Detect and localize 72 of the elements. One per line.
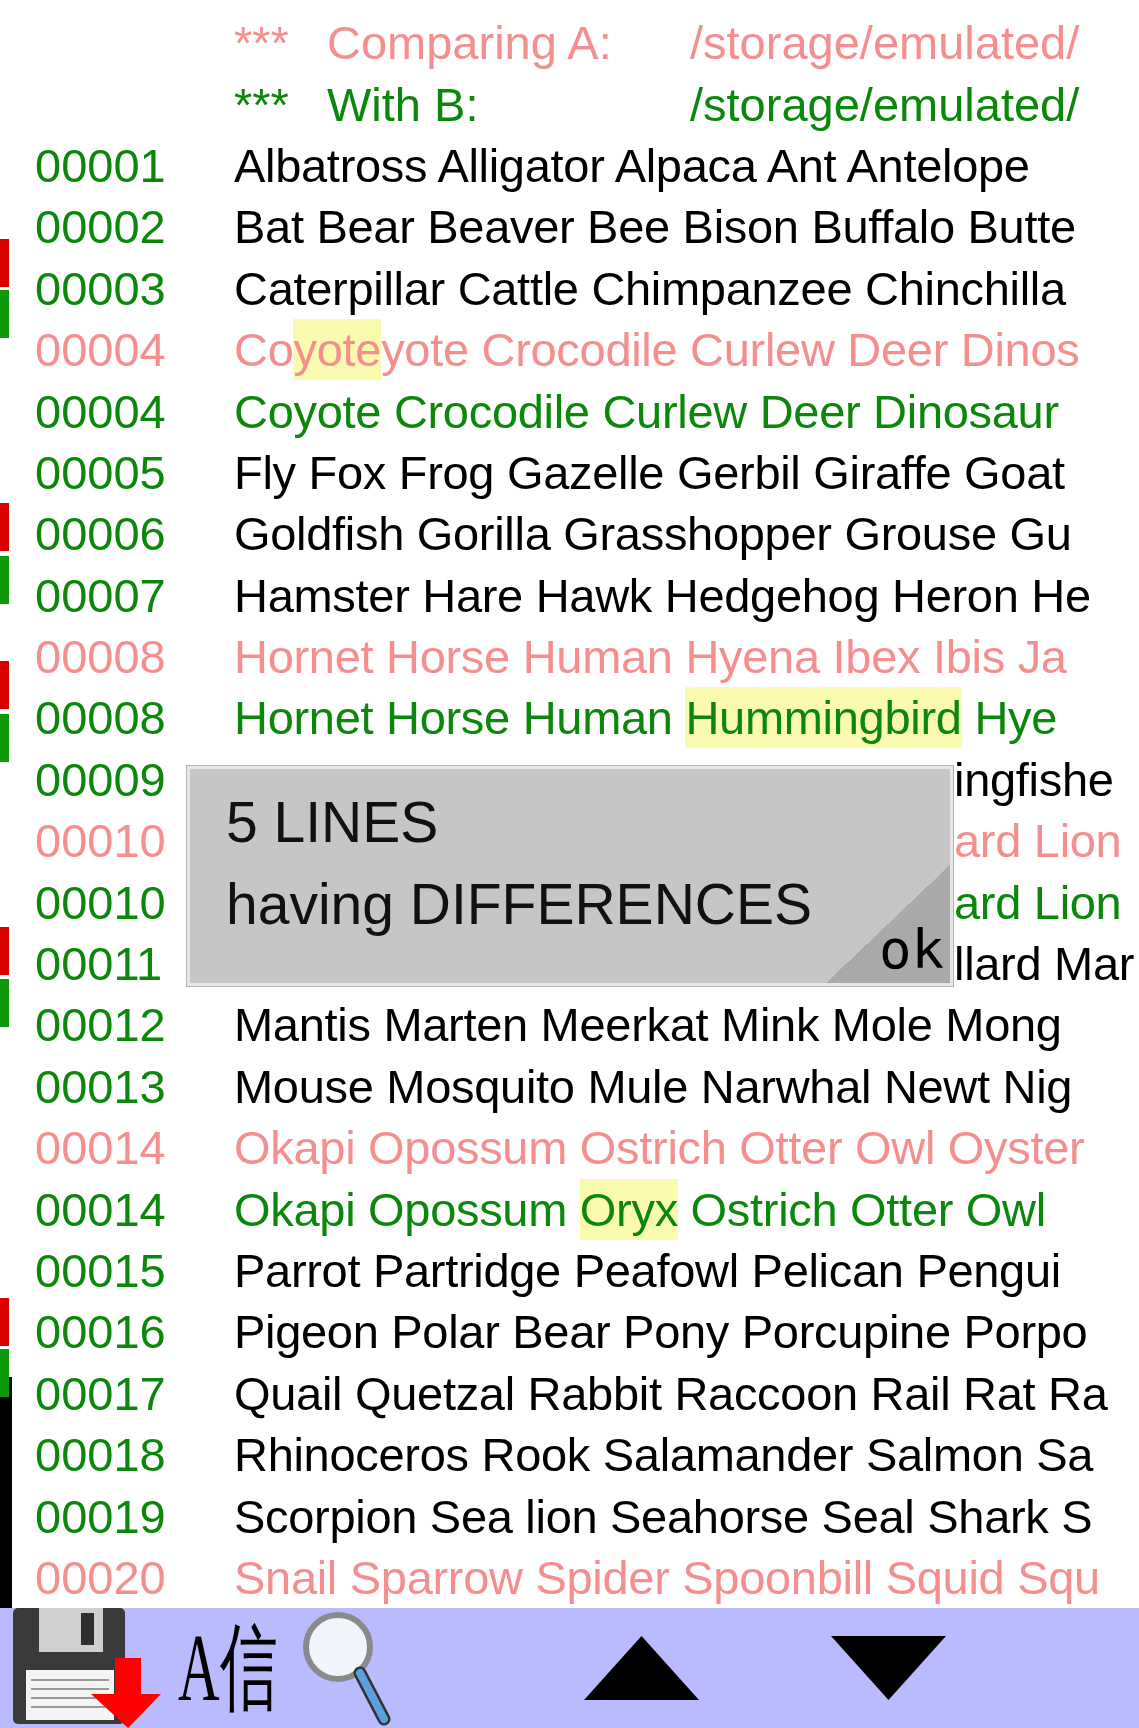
- change-marker: [0, 661, 9, 709]
- line-text: Goldfish Gorilla Grasshopper Grouse Gu: [234, 506, 1072, 563]
- line-text: Bat Bear Beaver Bee Bison Buffalo Butte: [234, 199, 1076, 256]
- header-label: Comparing A:: [327, 15, 613, 72]
- line-number: 00013: [35, 1058, 167, 1115]
- line-text: Mouse Mosquito Mule Narwhal Newt Nig: [234, 1058, 1073, 1115]
- encoding-button[interactable]: A信: [172, 1610, 283, 1726]
- line-number: 00005: [35, 444, 167, 501]
- line-number: 00017: [35, 1365, 167, 1422]
- line-number: 00012: [35, 997, 167, 1054]
- line-text: llard Mar: [954, 936, 1135, 993]
- change-marker: [0, 1349, 9, 1397]
- header-label: With B:: [327, 76, 480, 133]
- line-number: 00001: [35, 137, 167, 194]
- change-marker: [0, 979, 9, 1027]
- change-marker: [0, 503, 9, 551]
- header-marker: ***: [234, 76, 290, 133]
- change-marker: [0, 290, 9, 338]
- line-text: Snail Sparrow Spider Spoonbill Squid Squ: [234, 1549, 1100, 1606]
- line-number: 00010: [35, 813, 167, 870]
- line-text: Okapi Opossum Oryx Ostrich Otter Owl: [234, 1178, 1046, 1240]
- line-text: ingfishe: [954, 751, 1114, 808]
- line-number: 00004: [35, 322, 167, 379]
- line-text: Rhinoceros Rook Salamander Salmon Sa: [234, 1427, 1094, 1484]
- line-number: 00002: [35, 199, 167, 256]
- dialog-text: having DIFFERENCES: [226, 871, 812, 938]
- line-number: 00015: [35, 1243, 167, 1299]
- line-number: 00004: [35, 383, 167, 440]
- change-marker: [0, 556, 9, 604]
- line-number: 00014: [35, 1120, 167, 1177]
- line-number: 00016: [35, 1304, 167, 1361]
- line-text: Parrot Partridge Peafowl Pelican Pengui: [234, 1243, 1061, 1299]
- line-number: 00018: [35, 1427, 167, 1484]
- line-text: Okapi Opossum Ostrich Otter Owl Oyster: [234, 1120, 1085, 1177]
- line-text: Albatross Alligator Alpaca Ant Antelope: [234, 137, 1030, 194]
- line-text: Pigeon Polar Bear Pony Porcupine Porpo: [234, 1304, 1088, 1361]
- line-text: Hornet Horse Human Hummingbird Hye: [234, 687, 1058, 749]
- line-text: Caterpillar Cattle Chimpanzee Chinchilla: [234, 260, 1066, 317]
- change-marker: [0, 714, 9, 762]
- line-number: 00008: [35, 690, 167, 747]
- line-text: Mantis Marten Meerkat Mink Mole Mong: [234, 997, 1062, 1054]
- line-text: Coyote Crocodile Curlew Deer Dinosaur: [234, 383, 1059, 440]
- up-triangle-icon[interactable]: [584, 1636, 699, 1700]
- search-icon[interactable]: [300, 1609, 391, 1727]
- ok-button[interactable]: ok: [826, 865, 950, 983]
- dialog-text: 5 LINES: [226, 789, 439, 856]
- line-number: 00014: [35, 1181, 167, 1238]
- line-text: ard Lion: [954, 813, 1122, 870]
- line-number: 00010: [35, 874, 167, 931]
- down-triangle-icon[interactable]: [831, 1636, 946, 1700]
- line-number: 00020: [35, 1549, 167, 1606]
- line-text: ard Lion: [954, 874, 1122, 931]
- line-number: 00003: [35, 260, 167, 317]
- line-text: Quail Quetzal Rabbit Raccoon Rail Rat Ra: [234, 1365, 1108, 1422]
- line-text: Fly Fox Frog Gazelle Gerbil Giraffe Goat: [234, 444, 1065, 501]
- change-marker: [0, 1298, 9, 1346]
- line-number: 00007: [35, 567, 167, 624]
- line-number: 00006: [35, 506, 167, 563]
- change-marker: [0, 927, 9, 975]
- line-number: 00009: [35, 751, 167, 808]
- line-number: 00008: [35, 629, 167, 686]
- file-path: /storage/emulated/: [690, 15, 1080, 72]
- line-text: Hamster Hare Hawk Hedgehog Heron He: [234, 567, 1091, 624]
- line-text: Hornet Horse Human Hyena Ibex Ibis Ja: [234, 629, 1067, 686]
- header-marker: ***: [234, 15, 290, 72]
- change-marker: [0, 239, 9, 287]
- scrollbar-thumb[interactable]: [0, 1377, 12, 1608]
- file-path: /storage/emulated/: [690, 76, 1080, 133]
- line-number: 00019: [35, 1488, 167, 1545]
- line-number: 00011: [35, 936, 164, 993]
- line-text: Scorpion Sea lion Seahorse Seal Shark S: [234, 1488, 1093, 1545]
- floppy-disk-icon[interactable]: [11, 1608, 161, 1728]
